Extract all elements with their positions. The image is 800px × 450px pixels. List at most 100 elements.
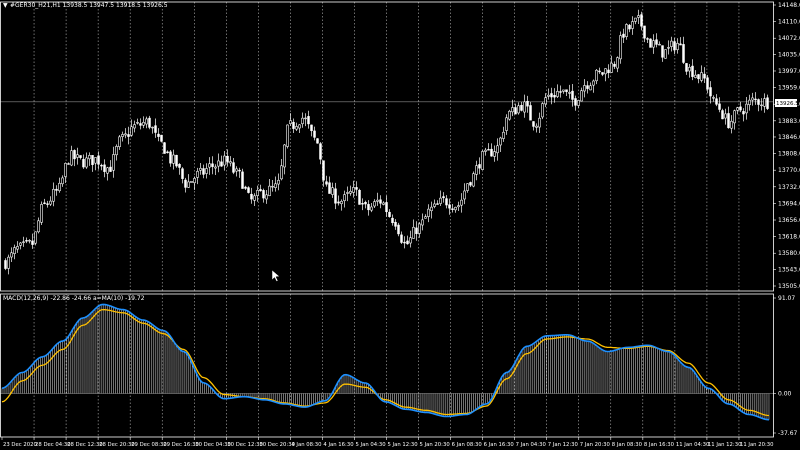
candle-body bbox=[307, 116, 310, 125]
candle-body bbox=[751, 97, 754, 101]
candle-body bbox=[391, 217, 394, 224]
candle-body bbox=[682, 44, 685, 63]
candle-body bbox=[487, 149, 490, 151]
candle-body bbox=[346, 192, 349, 194]
candle-body bbox=[370, 206, 373, 211]
candle-body bbox=[379, 199, 382, 204]
candle-body bbox=[31, 240, 34, 245]
price-tick-label: 13770.0 bbox=[778, 167, 800, 174]
candle-body bbox=[724, 113, 727, 119]
price-tick-label: 13997.0 bbox=[778, 68, 800, 75]
candle-body bbox=[217, 160, 220, 167]
candle-body bbox=[124, 133, 127, 136]
candle-body bbox=[619, 35, 622, 60]
chevron-down-icon[interactable]: ▼ bbox=[3, 2, 8, 9]
candle-body bbox=[517, 105, 520, 114]
candle-body bbox=[250, 193, 253, 200]
candle-body bbox=[271, 185, 274, 188]
candle-body bbox=[79, 155, 82, 158]
candle-body bbox=[112, 154, 115, 171]
candle-body bbox=[739, 106, 742, 111]
time-tick-label: 5 Jan 12:30 bbox=[388, 442, 419, 448]
candle-body bbox=[361, 203, 364, 205]
candle-body bbox=[439, 197, 442, 204]
candle-body bbox=[328, 182, 331, 194]
candle-body bbox=[481, 151, 484, 170]
candle-body bbox=[559, 91, 562, 93]
candle-body bbox=[82, 159, 85, 168]
time-tick-label: 4 Jan 08:30 bbox=[291, 442, 322, 448]
candle-body bbox=[421, 219, 424, 226]
candle-body bbox=[406, 240, 409, 245]
candle-body bbox=[46, 203, 49, 205]
symbol-header[interactable]: ▼ #GER30_H21,H1 13938.5 13947.5 13918.5 … bbox=[3, 2, 168, 9]
candle-body bbox=[40, 204, 43, 223]
candle-body bbox=[748, 99, 751, 106]
candle-body bbox=[688, 66, 691, 72]
candle-body bbox=[514, 107, 517, 115]
candle-body bbox=[499, 137, 502, 146]
candle-body bbox=[367, 204, 370, 211]
candle-body bbox=[292, 121, 295, 129]
candle-body bbox=[334, 188, 337, 204]
candle-body bbox=[64, 162, 67, 177]
candle-body bbox=[133, 124, 136, 129]
candle-body bbox=[187, 181, 190, 188]
time-tick-label: 29 Dec 16:30 bbox=[163, 442, 199, 448]
candle-body bbox=[301, 117, 304, 125]
time-tick-label: 8 Jan 08:30 bbox=[612, 442, 643, 448]
candle-body bbox=[745, 103, 748, 114]
candle-body bbox=[538, 117, 541, 128]
candle-body bbox=[433, 203, 436, 207]
candle-body bbox=[190, 181, 193, 183]
candle-body bbox=[97, 155, 100, 165]
candle-body bbox=[238, 169, 241, 172]
candle-body bbox=[193, 178, 196, 184]
price-tick-label: 13656.0 bbox=[778, 217, 800, 224]
candle-body bbox=[610, 62, 613, 73]
candle-body bbox=[28, 240, 31, 242]
time-tick-label: 8 Jan 16:30 bbox=[644, 442, 675, 448]
candle-body bbox=[736, 107, 739, 111]
price-tick-label: 13732.0 bbox=[778, 184, 800, 191]
candle-body bbox=[118, 136, 121, 148]
price-tick-label: 13846.0 bbox=[778, 134, 800, 141]
candle-body bbox=[616, 57, 619, 69]
candle-body bbox=[457, 205, 460, 208]
candle-body bbox=[601, 72, 604, 75]
trading-chart[interactable]: 14148.0 14110.0 14072.0 14035.0 13997.0 13959… bbox=[0, 0, 800, 450]
candle-body bbox=[589, 85, 592, 91]
price-tick-label: 13580.0 bbox=[778, 250, 800, 257]
candle-body bbox=[712, 97, 715, 99]
candle-body bbox=[655, 39, 658, 45]
candle-body bbox=[628, 24, 631, 30]
macd-tick-label: 91.07 bbox=[778, 295, 795, 302]
candle-body bbox=[55, 188, 58, 191]
candle-body bbox=[577, 100, 580, 106]
candle-body bbox=[70, 150, 73, 166]
candle-body bbox=[424, 216, 427, 219]
candle-body bbox=[565, 89, 568, 92]
candle-body bbox=[208, 163, 211, 168]
candle-body bbox=[7, 256, 10, 269]
candle-body bbox=[376, 199, 379, 202]
candle-body bbox=[166, 151, 169, 154]
price-tick-label: 14110.0 bbox=[778, 19, 800, 26]
time-tick-label: 30 Dec 04:30 bbox=[195, 442, 231, 448]
candle-body bbox=[529, 105, 532, 121]
candle-body bbox=[496, 145, 499, 154]
candle-body bbox=[337, 201, 340, 204]
candle-body bbox=[526, 100, 529, 107]
candle-body bbox=[286, 124, 289, 147]
candle-body bbox=[580, 90, 583, 102]
candle-body bbox=[142, 122, 145, 126]
price-tick-label: 13959.0 bbox=[778, 85, 800, 92]
price-tick-label: 13505.0 bbox=[778, 283, 800, 290]
candle-body bbox=[730, 120, 733, 129]
candle-body bbox=[595, 69, 598, 82]
candle-body bbox=[505, 117, 508, 131]
candle-body bbox=[592, 80, 595, 86]
candle-body bbox=[502, 131, 505, 139]
candle-body bbox=[604, 68, 607, 75]
candle-body bbox=[229, 161, 232, 164]
